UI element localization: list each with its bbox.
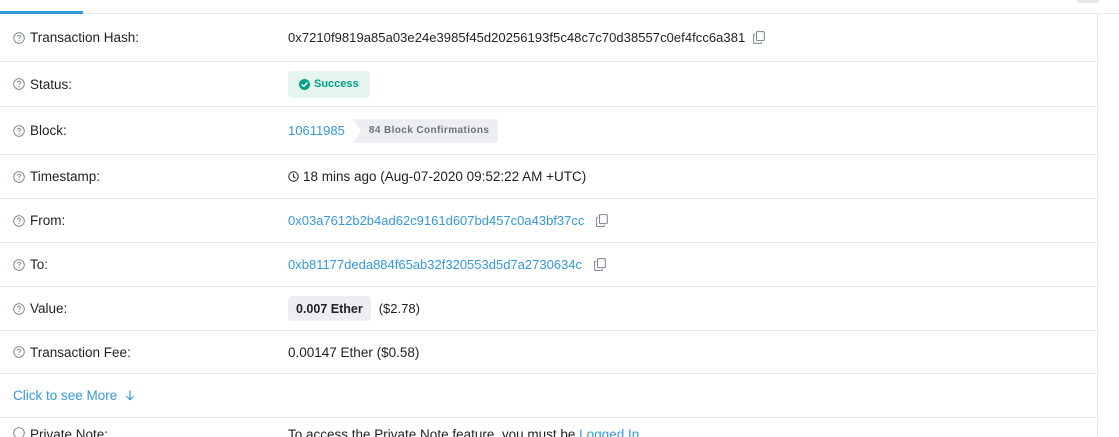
status-label: Status: — [30, 76, 73, 92]
question-circle-icon[interactable] — [13, 427, 25, 437]
timestamp-value: 18 mins ago (Aug-07-2020 09:52:22 AM +UT… — [303, 169, 587, 184]
to-label-group: To: — [13, 257, 48, 272]
timestamp-row: Timestamp: 18 mins ago (Aug-07-2020 09:5… — [0, 155, 1098, 199]
to-value-group: 0xb81177deda884f65ab32f320553d5d7a273063… — [288, 257, 606, 272]
transaction-fee-label-group: Transaction Fee: — [13, 345, 131, 360]
question-circle-icon[interactable] — [13, 214, 25, 227]
question-circle-icon[interactable] — [13, 31, 25, 44]
to-label: To: — [30, 257, 49, 272]
value-usd: ($2.78) — [378, 301, 420, 316]
value-label: Value: — [30, 301, 68, 316]
transaction-hash-label-group: Transaction Hash: — [13, 30, 139, 45]
transaction-hash-value: 0x7210f9819a85a03e24e3985f45d20256193f5c… — [288, 30, 746, 45]
private-note-text: To access the Private Note feature, you … — [288, 427, 576, 437]
ether-amount-badge: 0.007 Ether — [288, 296, 371, 321]
from-value-group: 0x03a7612b2b4ad62c9161d607bd457c0a43bf37… — [288, 213, 609, 228]
arrow-down-icon — [126, 390, 135, 401]
value-row: Value: 0.007 Ether ($2.78) — [0, 287, 1098, 331]
to-address-link[interactable]: 0xb81177deda884f65ab32f320553d5d7a273063… — [288, 257, 582, 272]
transaction-hash-row: Transaction Hash: 0x7210f9819a85a03e24e3… — [0, 14, 1098, 62]
copy-icon[interactable] — [594, 258, 606, 271]
transaction-fee-value-group: 0.00147 Ether ($0.58) — [288, 345, 419, 360]
private-note-value: To access the Private Note feature, you … — [288, 427, 639, 437]
timestamp-value-group: 18 mins ago (Aug-07-2020 09:52:22 AM +UT… — [288, 169, 586, 184]
from-address-link[interactable]: 0x03a7612b2b4ad62c9161d607bd457c0a43bf37… — [288, 213, 584, 228]
transaction-fee-value: 0.00147 Ether ($0.58) — [288, 344, 420, 360]
value-label-group: Value: — [13, 301, 67, 316]
transaction-hash-label: Transaction Hash: — [30, 30, 140, 45]
transaction-fee-row: Transaction Fee: 0.00147 Ether ($0.58) — [0, 331, 1098, 374]
block-value-group: 10611985 84 Block Confirmations — [288, 118, 499, 143]
question-circle-icon[interactable] — [13, 302, 25, 315]
block-row: Block: 10611985 84 Block Confirmations — [0, 107, 1098, 155]
block-label: Block: — [30, 123, 67, 138]
see-more-row: Click to see More — [0, 374, 1098, 418]
value-value-group: 0.007 Ether ($2.78) — [288, 296, 420, 321]
question-circle-icon[interactable] — [13, 346, 25, 358]
transaction-fee-label: Transaction Fee: — [30, 344, 131, 360]
private-note-label: Private Note: — [30, 427, 109, 437]
block-confirmations-badge: 84 Block Confirmations — [352, 118, 499, 143]
block-label-group: Block: — [13, 123, 67, 138]
block-number-link[interactable]: 10611985 — [288, 123, 345, 138]
from-row: From: 0x03a7612b2b4ad62c9161d607bd457c0a… — [0, 199, 1098, 243]
timestamp-label: Timestamp: — [30, 169, 101, 184]
status-badge-text: Success — [314, 78, 359, 90]
from-label-group: From: — [13, 213, 65, 228]
question-circle-icon[interactable] — [13, 124, 25, 137]
status-value-group: Success — [288, 70, 370, 98]
to-row: To: 0xb81177deda884f65ab32f320553d5d7a27… — [0, 243, 1098, 287]
tabs-strip — [0, 0, 1119, 14]
question-circle-icon[interactable] — [13, 78, 25, 90]
check-circle-icon — [299, 78, 310, 90]
see-more-link[interactable]: Click to see More — [13, 388, 135, 403]
question-circle-icon[interactable] — [13, 258, 25, 271]
copy-icon[interactable] — [596, 214, 609, 227]
private-note-row: Private Note: To access the Private Note… — [0, 427, 1098, 437]
see-more-text: Click to see More — [13, 388, 118, 403]
private-note-label-group: Private Note: — [13, 427, 108, 437]
status-row: Status: Success — [0, 62, 1098, 107]
question-circle-icon[interactable] — [13, 170, 25, 183]
top-right-control[interactable] — [1077, 0, 1099, 3]
transaction-hash-value-group: 0x7210f9819a85a03e24e3985f45d20256193f5c… — [288, 30, 766, 45]
from-label: From: — [30, 213, 66, 228]
copy-icon[interactable] — [753, 31, 766, 44]
status-label-group: Status: — [13, 77, 72, 92]
timestamp-label-group: Timestamp: — [13, 169, 100, 184]
clock-icon — [288, 171, 299, 182]
logged-in-link[interactable]: Logged In — [579, 427, 639, 437]
status-badge: Success — [288, 70, 370, 98]
